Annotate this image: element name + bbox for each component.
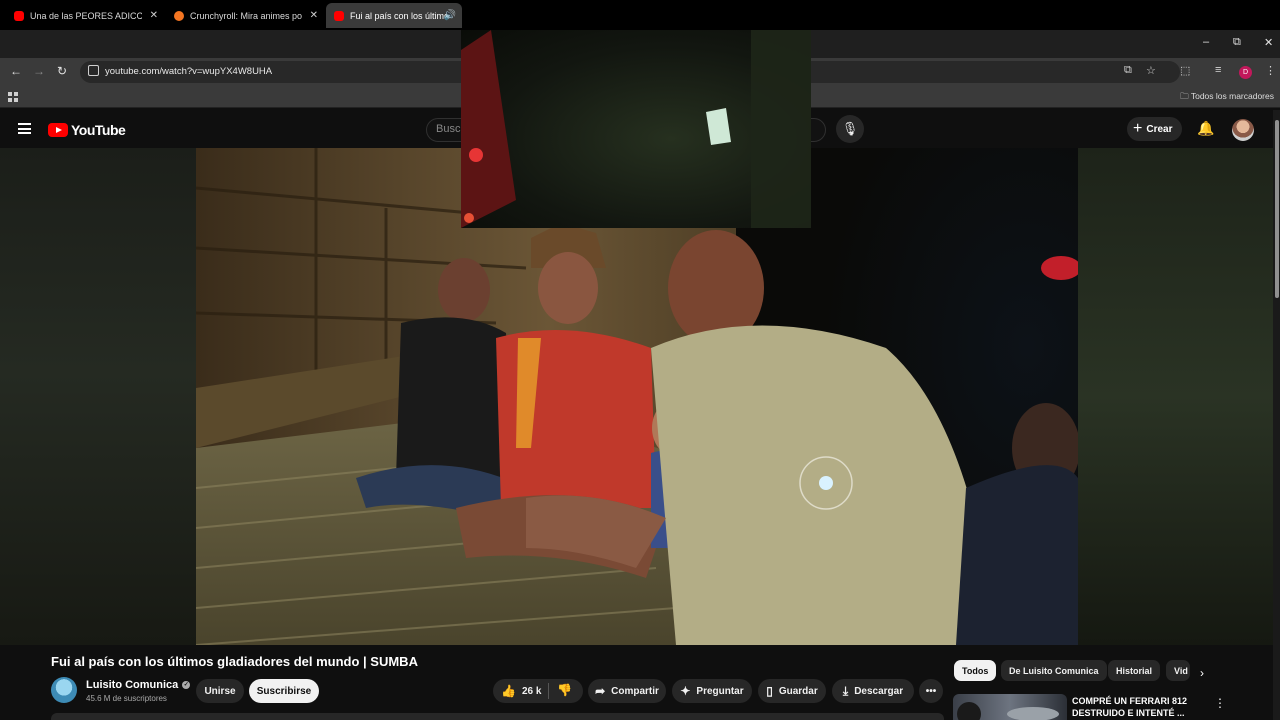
all-bookmarks-label: Todos los marcadores	[1190, 91, 1274, 101]
youtube-favicon-icon	[14, 10, 24, 21]
microphone-icon[interactable]: 🎙	[836, 115, 864, 143]
join-button[interactable]: Unirse	[196, 679, 244, 703]
tab-close-icon[interactable]: ✕	[310, 10, 318, 21]
browser-tab-1[interactable]: Una de las PEORES ADICCIONES ✕	[6, 3, 164, 28]
ambient-glow-right	[1078, 148, 1280, 645]
share-icon: ➦	[595, 684, 606, 698]
chevron-right-icon[interactable]: ›	[1200, 666, 1204, 680]
subscribe-button[interactable]: Suscribirse	[249, 679, 319, 703]
like-separator	[548, 683, 549, 699]
tab-label: Fui al país con los últimos g	[350, 10, 448, 21]
chrome-menu-icon[interactable]: ⋮	[1265, 64, 1276, 77]
youtube-play-logo-icon	[48, 123, 68, 137]
hamburger-menu-icon[interactable]	[18, 123, 31, 134]
install-app-icon[interactable]: ⧉	[1124, 64, 1132, 77]
close-window-icon[interactable]: ✕	[1264, 36, 1273, 49]
create-button[interactable]: + Crear	[1127, 117, 1183, 141]
maximize-icon[interactable]: ⧉	[1233, 36, 1241, 49]
subscribe-label: Suscribirse	[256, 685, 312, 697]
profile-avatar[interactable]: D	[1239, 66, 1252, 79]
youtube-logo-text: YouTube	[71, 122, 126, 138]
save-button[interactable]: ▯ Guardar	[758, 679, 826, 703]
browser-tab-3-active[interactable]: Fui al país con los últimos g 🔊	[326, 3, 462, 28]
crunchyroll-favicon-icon	[174, 10, 184, 21]
url-text[interactable]: youtube.com/watch?v=wupYX4W8UHA	[105, 66, 272, 77]
overlay-frame	[461, 30, 811, 228]
bell-icon[interactable]: 🔔	[1197, 120, 1214, 137]
download-icon: ⤓	[842, 683, 849, 698]
channel-avatar[interactable]	[51, 677, 77, 703]
thumbs-down-icon[interactable]: 👎	[557, 683, 572, 697]
folder-icon: 🗀	[1180, 91, 1191, 101]
more-actions-button[interactable]: •••	[919, 679, 943, 703]
kebab-menu-icon[interactable]: ⋮	[1214, 696, 1226, 710]
verified-badge-icon: ✓	[182, 681, 191, 690]
screen: Una de las PEORES ADICCIONES ✕ Crunchyro…	[0, 0, 1280, 720]
tab-close-icon[interactable]: ✕	[150, 10, 158, 21]
channel-name[interactable]: Luisito Comunica ✓	[86, 679, 191, 691]
account-avatar[interactable]	[1232, 119, 1254, 141]
recommendation-thumbnail[interactable]	[953, 694, 1067, 720]
chip-videos[interactable]: Vid	[1166, 660, 1190, 681]
description-box-edge[interactable]	[51, 713, 944, 720]
apps-grid-icon[interactable]	[8, 92, 18, 102]
reload-icon[interactable]: ↻	[57, 64, 67, 78]
floating-camera-overlay	[461, 30, 811, 228]
page-scrollbar-thumb[interactable]	[1275, 120, 1279, 298]
forward-arrow-icon[interactable]: →	[33, 64, 45, 78]
sparkle-icon: ✦	[680, 684, 691, 698]
download-label: Descargar	[854, 685, 904, 697]
plus-icon: +	[1133, 120, 1143, 137]
join-label: Unirse	[204, 685, 236, 697]
bookmark-icon: ▯	[766, 684, 773, 698]
media-controls-icon[interactable]: ≡	[1215, 64, 1221, 76]
channel-name-text: Luisito Comunica	[86, 679, 179, 691]
all-bookmarks-button[interactable]: 🗀 Todos los marcadores	[1180, 91, 1274, 105]
minimize-icon[interactable]: –	[1203, 36, 1209, 48]
chip-historial[interactable]: Historial	[1108, 660, 1161, 681]
create-label: Crear	[1146, 123, 1173, 135]
recommendation-title[interactable]: COMPRÉ UN FERRARI 812 DESTRUIDO E INTENT…	[1072, 695, 1212, 719]
subscriber-count: 45.6 M de suscriptores	[86, 694, 167, 703]
thumbs-up-icon[interactable]: 👍	[501, 684, 516, 698]
ask-label: Preguntar	[696, 685, 744, 697]
video-title: Fui al país con los últimos gladiadores …	[51, 654, 418, 669]
ambient-glow-left	[0, 148, 196, 645]
more-actions-icon: •••	[925, 685, 937, 697]
download-button[interactable]: ⤓ Descargar	[832, 679, 914, 703]
share-label: Compartir	[611, 685, 659, 697]
ask-button[interactable]: ✦ Preguntar	[672, 679, 752, 703]
browser-tab-2[interactable]: Crunchyroll: Mira animes popu ✕	[166, 3, 324, 28]
chip-de-luisito-comunica[interactable]: De Luisito Comunica	[1001, 660, 1107, 681]
chip-todos[interactable]: Todos	[954, 660, 997, 681]
site-info-icon[interactable]	[88, 65, 99, 76]
youtube-favicon-icon	[334, 10, 344, 21]
share-button[interactable]: ➦ Compartir	[588, 679, 666, 703]
like-count[interactable]: 26 k	[522, 686, 541, 697]
tab-label: Una de las PEORES ADICCIONES	[30, 10, 142, 21]
bookmark-star-icon[interactable]: ☆	[1146, 64, 1156, 77]
back-arrow-icon[interactable]: ←	[10, 64, 22, 78]
tab-audio-icon[interactable]: 🔊	[444, 10, 456, 21]
tab-label: Crunchyroll: Mira animes popu	[190, 10, 302, 21]
thumbnail-image	[957, 702, 1059, 720]
youtube-logo[interactable]: YouTube	[48, 122, 126, 138]
save-label: Guardar	[778, 685, 818, 697]
extensions-icon[interactable]: ⬚	[1180, 64, 1190, 77]
